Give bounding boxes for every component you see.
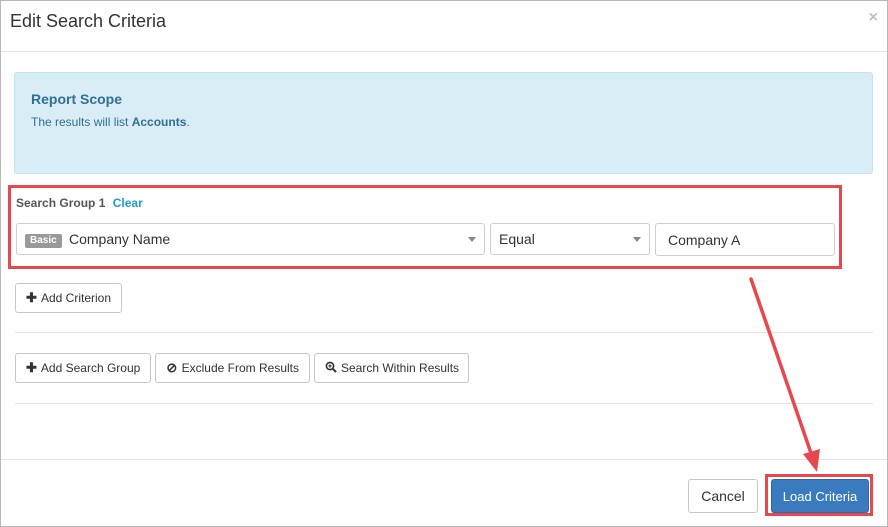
- criterion-value-input[interactable]: [655, 223, 835, 256]
- close-icon[interactable]: ×: [869, 10, 878, 26]
- modal-title: Edit Search Criteria: [10, 11, 167, 31]
- add-criterion-label: Add Criterion: [40, 291, 111, 305]
- search-within-results-button[interactable]: Search Within Results: [314, 353, 469, 383]
- edit-search-criteria-modal: Edit Search Criteria × Report Scope The …: [0, 0, 888, 527]
- modal-header: Edit Search Criteria ×: [1, 1, 887, 52]
- add-search-group-button[interactable]: ✚ Add Search Group: [15, 353, 151, 383]
- load-criteria-button[interactable]: Load Criteria: [771, 479, 869, 513]
- divider: [15, 332, 873, 333]
- zoom-in-icon: [325, 361, 337, 375]
- report-scope-panel: Report Scope The results will list Accou…: [14, 72, 873, 174]
- scope-text-suffix: .: [186, 115, 190, 129]
- plus-icon: ✚: [26, 290, 37, 305]
- search-within-results-label: Search Within Results: [341, 361, 460, 375]
- plus-icon: ✚: [26, 360, 37, 375]
- basic-badge: Basic: [25, 234, 62, 248]
- clear-link[interactable]: Clear: [113, 196, 143, 210]
- divider: [15, 403, 873, 404]
- modal-footer-divider: [1, 459, 887, 460]
- chevron-down-icon: [468, 237, 476, 242]
- add-criterion-button[interactable]: ✚ Add Criterion: [15, 283, 122, 313]
- search-group-label: Search Group 1 Clear: [16, 196, 143, 210]
- cancel-button[interactable]: Cancel: [688, 479, 758, 513]
- report-scope-title: Report Scope: [31, 91, 123, 107]
- scope-text-prefix: The results will list: [31, 115, 132, 129]
- exclude-from-results-button[interactable]: ⊘ Exclude From Results: [155, 353, 310, 383]
- search-group-title: Search Group 1: [16, 196, 106, 210]
- criterion-field-select[interactable]: Basic Company Name: [16, 223, 485, 255]
- add-search-group-label: Add Search Group: [40, 361, 141, 375]
- criterion-operator-select[interactable]: Equal: [490, 223, 650, 255]
- chevron-down-icon: [633, 237, 641, 242]
- exclude-from-results-label: Exclude From Results: [181, 361, 299, 375]
- criterion-operator-value: Equal: [499, 231, 535, 247]
- scope-entity: Accounts: [131, 115, 187, 129]
- report-scope-text: The results will list Accounts.: [31, 115, 190, 129]
- criterion-field-value: Company Name: [69, 231, 171, 247]
- ban-icon: ⊘: [166, 360, 178, 375]
